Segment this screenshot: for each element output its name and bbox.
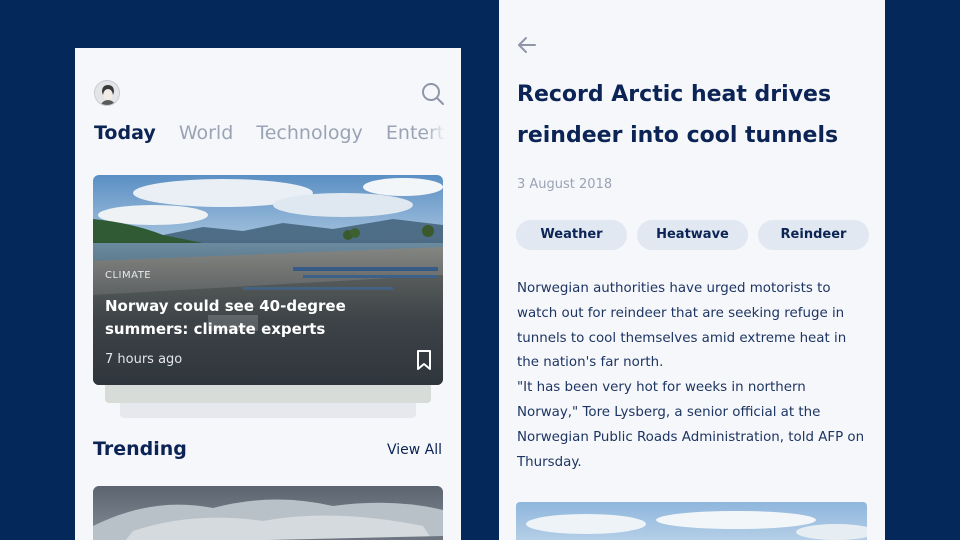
feed-screen: Today World Technology Entert CLIMATE No… [75, 48, 461, 540]
tab-world[interactable]: World [179, 122, 233, 144]
featured-article-title[interactable]: Norway could see 40-degree summers: clim… [105, 295, 365, 341]
article-body: Norwegian authorities have urged motoris… [517, 277, 869, 475]
article-image [516, 502, 867, 540]
bookmark-icon[interactable] [415, 349, 433, 371]
tab-today[interactable]: Today [94, 122, 156, 144]
search-icon[interactable] [420, 81, 446, 107]
trending-article-image [93, 486, 443, 540]
tag-heatwave[interactable]: Heatwave [637, 220, 748, 250]
tab-technology[interactable]: Technology [256, 122, 362, 144]
category-tabs: Today World Technology Entert [94, 122, 461, 152]
article-screen: Record Arctic heat drives reindeer into … [499, 0, 885, 540]
avatar[interactable] [94, 80, 120, 106]
article-paragraph: "It has been very hot for weeks in north… [517, 380, 865, 470]
arrow-left-icon[interactable] [516, 34, 538, 56]
view-all-link[interactable]: View All [387, 442, 442, 458]
trending-article-card[interactable] [93, 486, 443, 540]
article-title: Record Arctic heat drives reindeer into … [517, 82, 839, 148]
article-tags: Weather Heatwave Reindeer [516, 220, 879, 250]
tag-reindeer[interactable]: Reindeer [758, 220, 869, 250]
article-paragraph: Norwegian authorities have urged motoris… [517, 281, 847, 371]
card-stack-shadow [105, 383, 431, 403]
article-date: 3 August 2018 [517, 177, 613, 192]
article-category: CLIMATE [105, 270, 152, 281]
trending-heading: Trending [93, 438, 187, 460]
article-timestamp: 7 hours ago [105, 352, 183, 367]
tag-weather[interactable]: Weather [516, 220, 627, 250]
tabs-fade [425, 122, 461, 152]
featured-article-card[interactable]: CLIMATE Norway could see 40-degree summe… [93, 175, 443, 385]
